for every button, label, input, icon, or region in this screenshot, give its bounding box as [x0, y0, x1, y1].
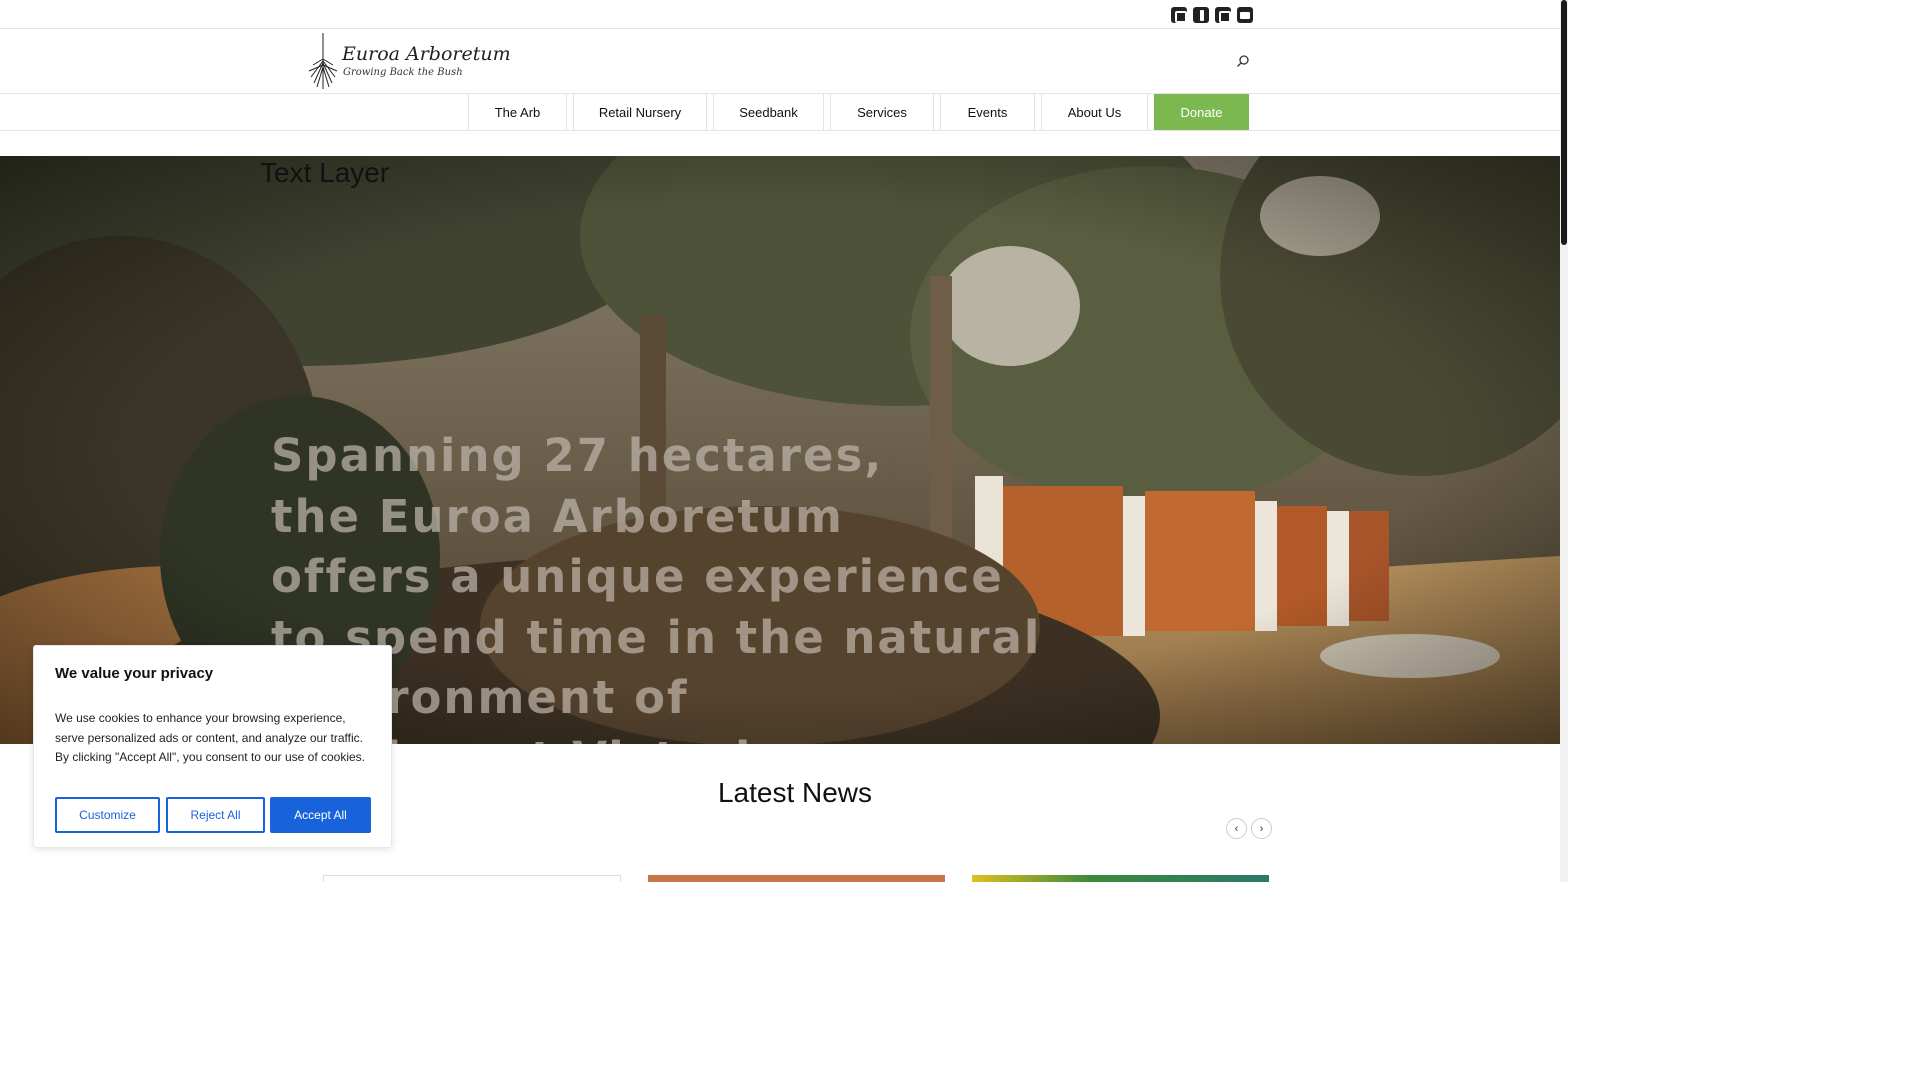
- hero-line: the Euroa Arboretum: [271, 489, 844, 543]
- cookie-body: We use cookies to enhance your browsing …: [55, 711, 366, 764]
- nav-item-seedbank[interactable]: Seedbank: [713, 94, 824, 130]
- main-nav: The Arb Retail Nursery Seedbank Services…: [0, 94, 1560, 131]
- news-card[interactable]: [648, 875, 945, 882]
- logo-tagline: Growing Back the Bush: [343, 67, 463, 78]
- carousel-prev-button[interactable]: ‹: [1226, 818, 1247, 839]
- nav-item-events[interactable]: Events: [940, 94, 1035, 130]
- donate-button[interactable]: Donate: [1154, 94, 1249, 130]
- site-logo[interactable]: Euroa Arboretum Growing Back the Bush: [308, 31, 511, 91]
- logo-title: Euroa Arboretum: [342, 43, 511, 65]
- hero-line: Spanning 27 hectares,: [271, 429, 884, 482]
- cookie-title: We value your privacy: [55, 665, 214, 682]
- page: Euroa Arboretum Growing Back the Bush Th…: [0, 0, 1568, 882]
- nav-item-the-arb[interactable]: The Arb: [468, 94, 567, 130]
- search-icon[interactable]: [1236, 54, 1250, 68]
- news-carousel-controls: ‹ ›: [1226, 818, 1272, 839]
- facebook-icon[interactable]: [1193, 7, 1209, 23]
- social-links: [1171, 7, 1253, 23]
- page-scrollbar[interactable]: [1560, 0, 1568, 882]
- cookie-customize-button[interactable]: Customize: [55, 797, 160, 833]
- cookie-consent-banner: We value your privacy We use cookies to …: [33, 645, 392, 848]
- site-header: Euroa Arboretum Growing Back the Bush: [0, 29, 1560, 94]
- top-bar: [0, 0, 1560, 29]
- youtube-icon[interactable]: [1237, 7, 1253, 23]
- flickr-icon[interactable]: [1215, 7, 1231, 23]
- grass-tree-logo-icon: [308, 33, 338, 89]
- nav-item-services[interactable]: Services: [830, 94, 934, 130]
- scrollbar-thumb[interactable]: [1561, 0, 1567, 245]
- news-card[interactable]: [972, 875, 1269, 882]
- nav-item-about-us[interactable]: About Us: [1041, 94, 1148, 130]
- instagram-icon[interactable]: [1171, 7, 1187, 23]
- cookie-accept-button[interactable]: Accept All: [270, 797, 371, 833]
- carousel-next-button[interactable]: ›: [1251, 818, 1272, 839]
- news-card[interactable]: [323, 875, 621, 882]
- cookie-reject-button[interactable]: Reject All: [166, 797, 265, 833]
- hero-line: offers a unique experience: [271, 550, 1004, 603]
- slider-layer-label: Text Layer: [260, 157, 390, 188]
- nav-item-retail-nursery[interactable]: Retail Nursery: [573, 94, 707, 130]
